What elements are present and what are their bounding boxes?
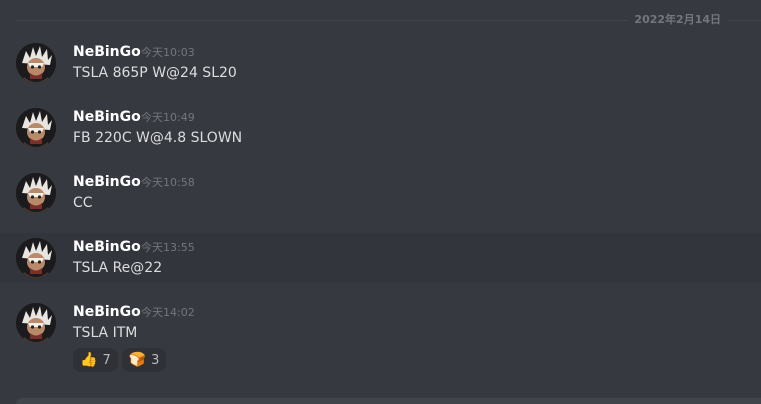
message-content: CC — [73, 195, 93, 211]
message-item[interactable]: NeBinGo 今天14:02 TSLA ITM 👍 7 🍞 3 — [0, 298, 761, 378]
reaction-bread[interactable]: 🍞 3 — [121, 348, 167, 372]
bread-icon: 🍞 — [128, 352, 147, 368]
message-item[interactable]: NeBinGo 今天10:58 CC — [0, 168, 761, 226]
message-timestamp[interactable]: 今天14:02 — [141, 304, 195, 322]
message-content: FB 220C W@4.8 SLOWN — [73, 130, 243, 146]
avatar[interactable] — [16, 303, 56, 343]
avatar[interactable] — [16, 238, 56, 278]
reaction-thumbs-up[interactable]: 👍 7 — [73, 348, 118, 372]
message-item[interactable]: NeBinGo 今天10:49 FB 220C W@4.8 SLOWN — [0, 103, 761, 161]
message-content: TSLA Re@22 — [73, 260, 163, 276]
message-timestamp[interactable]: 今天10:03 — [141, 44, 195, 62]
chat-message-list: 2022年2月14日 NeBinGo 今天10:03 TSLA 865P W@2… — [0, 0, 761, 404]
reaction-bar: 👍 7 🍞 3 — [73, 348, 167, 372]
message-author[interactable]: NeBinGo — [73, 173, 141, 191]
message-timestamp[interactable]: 今天13:55 — [141, 239, 195, 257]
reaction-count: 7 — [102, 352, 111, 368]
message-content: TSLA ITM — [73, 325, 138, 341]
message-input-bar[interactable] — [16, 398, 761, 404]
avatar[interactable] — [16, 108, 56, 148]
message-author[interactable]: NeBinGo — [73, 43, 141, 61]
message-content: TSLA 865P W@24 SL20 — [73, 65, 237, 81]
message-item[interactable]: NeBinGo 今天13:55 TSLA Re@22 — [0, 233, 761, 283]
message-timestamp[interactable]: 今天10:58 — [141, 174, 195, 192]
thumbs-up-icon: 👍 — [80, 352, 98, 368]
message-item[interactable]: NeBinGo 今天10:03 TSLA 865P W@24 SL20 — [0, 38, 761, 96]
message-author[interactable]: NeBinGo — [73, 108, 141, 126]
message-author[interactable]: NeBinGo — [73, 303, 141, 321]
avatar[interactable] — [16, 43, 56, 83]
avatar[interactable] — [16, 173, 56, 213]
message-author[interactable]: NeBinGo — [73, 238, 141, 256]
message-timestamp[interactable]: 今天10:49 — [141, 109, 195, 127]
date-divider-label: 2022年2月14日 — [628, 13, 727, 27]
reaction-count: 3 — [151, 352, 160, 368]
